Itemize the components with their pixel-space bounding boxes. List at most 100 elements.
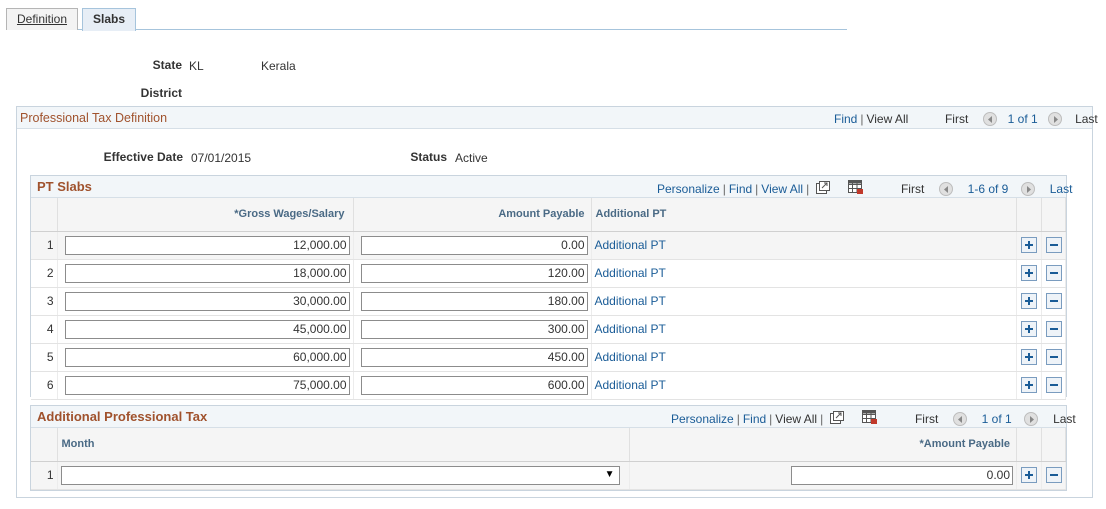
first-label: First [914, 412, 939, 426]
next-arrow-icon[interactable] [1021, 182, 1036, 196]
delete-cell [1041, 231, 1066, 260]
gross-wages-input[interactable] [64, 291, 350, 311]
gross-wages-input[interactable] [64, 263, 350, 283]
zoom-icon[interactable] [815, 181, 830, 197]
amount-payable-input[interactable] [360, 375, 588, 395]
delete-row-button[interactable] [1045, 293, 1062, 309]
add-cell [1016, 343, 1042, 372]
tab-bar: Definition Slabs [6, 8, 847, 31]
prev-arrow-icon[interactable] [938, 182, 953, 196]
additional-pt-link[interactable]: Additional PT [595, 378, 666, 392]
delete-row-button[interactable] [1045, 321, 1062, 337]
find-link[interactable]: Find [743, 412, 766, 426]
plus-icon [1025, 353, 1033, 361]
plus-icon [1025, 381, 1033, 389]
additional-pt-link[interactable]: Additional PT [595, 322, 666, 336]
table-row: 2 Additional PT [31, 259, 1066, 288]
amount-payable-cell [353, 315, 592, 344]
pt-slabs-grid: PT Slabs Personalize | Find | View All | Firs… [30, 175, 1072, 400]
separator: | [806, 182, 810, 196]
amount-payable-input[interactable] [791, 465, 1013, 485]
pt-definition-nav: Find | View All First 1 of 1 Last [834, 111, 1098, 126]
plus-icon [1025, 297, 1033, 305]
prev-arrow-icon[interactable] [982, 111, 997, 126]
amount-payable-input[interactable] [360, 263, 588, 283]
minus-icon [1049, 272, 1058, 274]
add-row-button[interactable] [1021, 237, 1037, 253]
tab-slabs[interactable]: Slabs [82, 8, 136, 31]
additional-pt-nav: Personalize | Find | View All | First 1 of 1 … [671, 410, 1076, 428]
additional-pt-link[interactable]: Additional PT [595, 350, 666, 364]
minus-icon [1049, 328, 1058, 330]
delete-row-button[interactable] [1045, 349, 1062, 365]
next-arrow-icon[interactable] [1048, 111, 1063, 126]
additional-pt-cell: Additional PT [591, 315, 1017, 344]
additional-pt-link[interactable]: Additional PT [595, 238, 666, 252]
gross-wages-cell [57, 287, 354, 316]
last-link[interactable]: Last [1050, 182, 1073, 196]
additional-pt-link[interactable]: Additional PT [595, 266, 666, 280]
view-all-link[interactable]: View All [761, 182, 803, 196]
view-all-link[interactable]: View All [866, 112, 908, 126]
gross-wages-input[interactable] [64, 235, 350, 255]
add-row-button[interactable] [1021, 293, 1037, 309]
personalize-link[interactable]: Personalize [657, 182, 720, 196]
minus-icon [1049, 244, 1058, 246]
additional-pt-header: Additional Professional Tax Personalize |… [31, 406, 1076, 428]
tab-definition[interactable]: Definition [6, 8, 78, 30]
next-arrow-icon[interactable] [1024, 412, 1039, 426]
amount-payable-input[interactable] [360, 291, 588, 311]
row-number: 3 [31, 287, 58, 316]
amount-payable-input[interactable] [360, 319, 588, 339]
row-number: 4 [31, 315, 58, 344]
table-header-row: Month *Amount Payable [31, 428, 1066, 462]
table-row: 3 Additional PT [31, 287, 1066, 316]
delete-row-button[interactable] [1045, 237, 1062, 253]
add-cell [1016, 287, 1042, 316]
additional-pt-cell: Additional PT [591, 287, 1017, 316]
table-row: 5 Additional PT [31, 343, 1066, 372]
amount-payable-cell [353, 371, 592, 400]
delete-cell [1041, 287, 1066, 316]
amount-payable-cell [353, 259, 592, 288]
amount-payable-input[interactable] [360, 347, 588, 367]
grid-download-icon[interactable] [848, 180, 864, 198]
gross-wages-input[interactable] [64, 375, 350, 395]
delete-cell [1041, 259, 1066, 288]
add-row-button[interactable] [1021, 265, 1037, 281]
delete-row-button[interactable] [1045, 467, 1062, 483]
delete-row-button[interactable] [1045, 377, 1062, 393]
effective-date-label: Effective Date [103, 150, 183, 164]
plus-icon [1025, 269, 1033, 277]
additional-pt-link[interactable]: Additional PT [595, 294, 666, 308]
state-code: KL [189, 59, 204, 73]
delete-col-header [1041, 428, 1066, 462]
month-header: Month [57, 428, 630, 462]
table-row: 1 ▼ [31, 461, 1066, 490]
add-row-button[interactable] [1021, 377, 1037, 393]
last-label: Last [1075, 111, 1098, 126]
grid-download-icon[interactable] [862, 410, 878, 428]
separator: | [755, 182, 759, 196]
personalize-link[interactable]: Personalize [671, 412, 734, 426]
add-row-button[interactable] [1021, 349, 1037, 365]
additional-pt-header: Additional PT [591, 198, 1017, 232]
delete-row-button[interactable] [1045, 265, 1062, 281]
gross-wages-input[interactable] [64, 319, 350, 339]
zoom-icon[interactable] [829, 411, 844, 427]
separator: | [860, 111, 864, 126]
first-label: First [900, 182, 925, 196]
state-name: Kerala [261, 59, 296, 73]
table-row: 6 Additional PT [31, 371, 1066, 400]
add-row-button[interactable] [1021, 467, 1037, 483]
add-row-button[interactable] [1021, 321, 1037, 337]
prev-arrow-icon[interactable] [952, 412, 967, 426]
find-link[interactable]: Find [729, 182, 752, 196]
amount-payable-input[interactable] [360, 235, 588, 255]
month-select[interactable]: ▼ [60, 465, 620, 485]
gross-wages-input[interactable] [64, 347, 350, 367]
find-link[interactable]: Find [834, 112, 857, 126]
delete-cell [1041, 371, 1066, 400]
view-all-link[interactable]: View All [775, 412, 817, 426]
gross-wages-cell [57, 371, 354, 400]
